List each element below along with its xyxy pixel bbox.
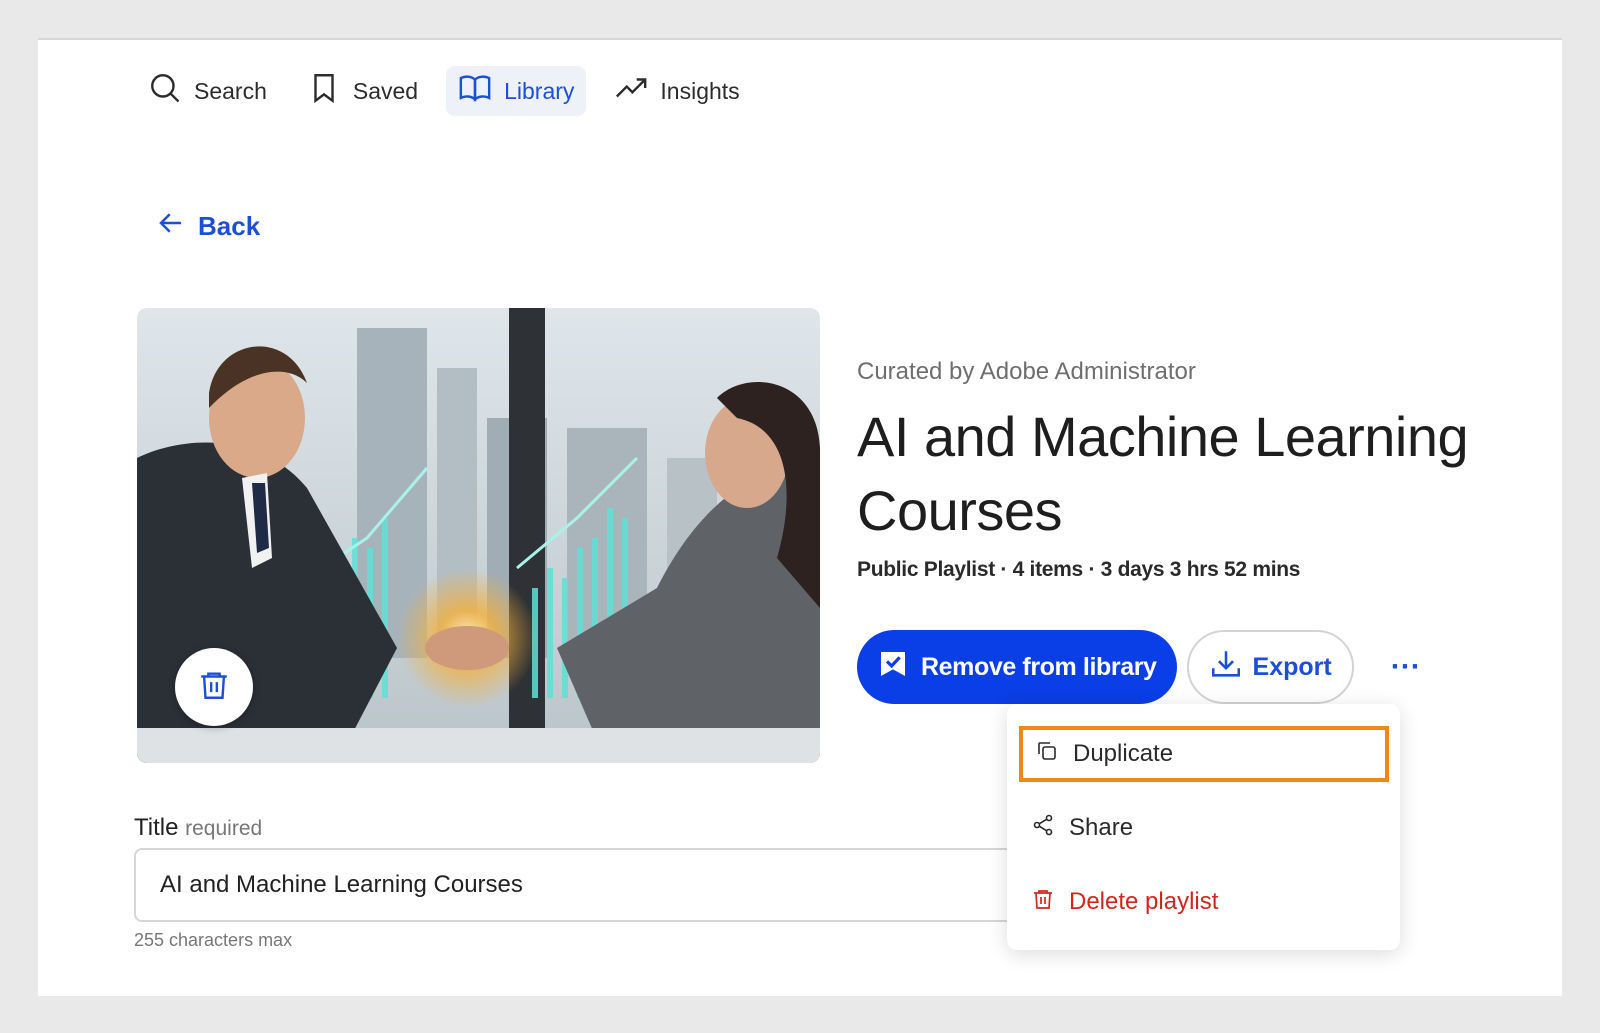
required-label: required	[185, 817, 263, 840]
curator-text: Curated by Adobe Administrator	[857, 358, 1196, 385]
title-label-text: Title	[134, 814, 179, 841]
playlist-meta: Public Playlist · 4 items · 3 days 3 hrs…	[857, 558, 1301, 581]
bookmark-check-icon	[877, 648, 909, 687]
page-title: AI and Machine Learning Courses	[857, 405, 1469, 542]
nav-search-label: Search	[194, 77, 267, 104]
remove-from-library-button[interactable]: Remove from library	[857, 630, 1177, 704]
delete-cover-button[interactable]	[175, 648, 253, 726]
share-label: Share	[1069, 814, 1134, 841]
playlist-actions: Remove from library Export ···	[857, 630, 1434, 704]
book-open-icon	[458, 71, 492, 111]
nav-library-label: Library	[504, 77, 575, 104]
share-icon	[1031, 813, 1055, 844]
back-label: Back	[198, 211, 261, 241]
export-button[interactable]: Export	[1186, 630, 1354, 704]
nav-saved[interactable]: Saved	[295, 66, 430, 116]
top-nav: Search Saved Library Insights	[136, 66, 752, 116]
playlist-info: Curated by Adobe Administrator AI and Ma…	[857, 358, 1537, 582]
duplicate-label: Duplicate	[1073, 740, 1174, 767]
title-field-label: Title required	[134, 814, 262, 842]
more-options-button[interactable]: ···	[1378, 639, 1434, 695]
menu-item-share[interactable]: Share	[1019, 800, 1389, 856]
playlist-cover-image	[137, 308, 820, 763]
download-icon	[1209, 647, 1243, 688]
copy-icon	[1035, 739, 1059, 770]
nav-insights-label: Insights	[660, 77, 740, 104]
remove-label: Remove from library	[921, 652, 1157, 681]
nav-search[interactable]: Search	[136, 66, 279, 116]
export-label: Export	[1252, 652, 1332, 681]
title-input[interactable]	[134, 848, 1124, 922]
trash-icon	[1031, 887, 1055, 918]
arrow-left-icon	[156, 208, 186, 245]
menu-item-duplicate[interactable]: Duplicate	[1019, 726, 1389, 782]
title-hint: 255 characters max	[134, 930, 293, 950]
bookmark-icon	[307, 71, 341, 111]
nav-saved-label: Saved	[352, 77, 419, 104]
trash-icon	[197, 668, 231, 707]
trending-up-icon	[614, 71, 648, 111]
nav-library[interactable]: Library	[446, 66, 587, 116]
ellipsis-icon: ···	[1390, 650, 1421, 683]
menu-item-delete-playlist[interactable]: Delete playlist	[1019, 874, 1389, 930]
nav-insights[interactable]: Insights	[602, 66, 751, 116]
back-link[interactable]: Back	[156, 208, 260, 245]
delete-playlist-label: Delete playlist	[1069, 888, 1219, 915]
more-options-menu: Duplicate Share Delete playlist	[1007, 704, 1400, 950]
page-card: Search Saved Library Insights Back Curat…	[38, 38, 1562, 996]
search-icon	[148, 71, 182, 111]
